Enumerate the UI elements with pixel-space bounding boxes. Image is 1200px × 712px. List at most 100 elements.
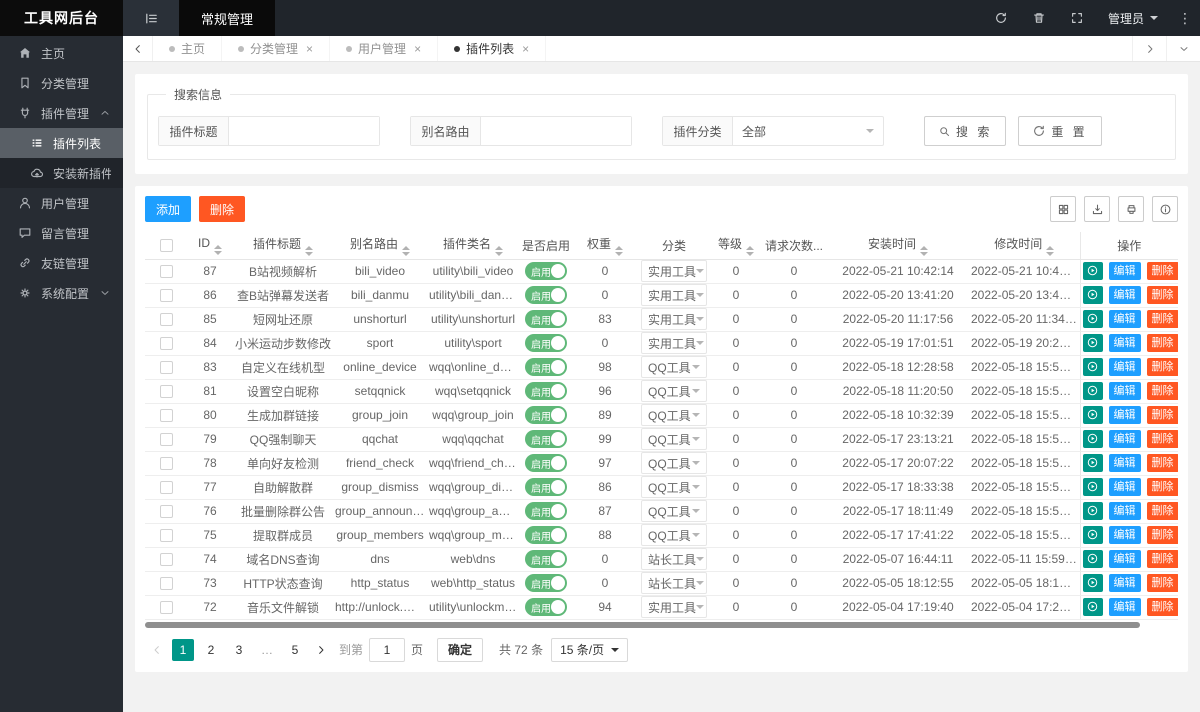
category-select[interactable]: 实用工具 (641, 332, 707, 354)
kebab-menu-icon[interactable]: ⋮ (1170, 0, 1200, 36)
goto-page-input[interactable] (369, 637, 406, 662)
row-checkbox[interactable] (159, 289, 173, 303)
row-checkbox[interactable] (159, 265, 173, 279)
tabs-scroll-left[interactable] (123, 36, 153, 61)
edit-button[interactable]: 编辑 (1108, 525, 1141, 544)
print-icon[interactable] (1118, 196, 1144, 222)
category-select[interactable]: QQ工具 (641, 380, 707, 402)
plugin-title-input[interactable] (229, 117, 379, 145)
enabled-toggle[interactable]: 启用 (525, 334, 567, 352)
delete-row-button[interactable]: 删除 (1146, 477, 1178, 496)
sidebar-item-留言管理[interactable]: 留言管理 (0, 218, 123, 248)
run-button[interactable] (1082, 549, 1103, 568)
enabled-toggle[interactable]: 启用 (525, 382, 567, 400)
delete-row-button[interactable]: 删除 (1146, 597, 1178, 616)
delete-row-button[interactable]: 删除 (1146, 525, 1178, 544)
select-all-checkbox[interactable] (159, 239, 173, 253)
sidebar-item-插件管理[interactable]: 插件管理 (0, 98, 123, 128)
search-button[interactable]: 搜 索 (924, 116, 1007, 146)
enabled-toggle[interactable]: 启用 (525, 526, 567, 544)
page-prev-icon[interactable] (145, 644, 169, 656)
enabled-toggle[interactable]: 启用 (525, 502, 567, 520)
delete-row-button[interactable]: 删除 (1146, 573, 1178, 592)
enabled-toggle[interactable]: 启用 (525, 454, 567, 472)
tab-插件列表[interactable]: 插件列表 × (438, 36, 547, 61)
column-header-title[interactable]: 插件标题 (233, 232, 333, 260)
edit-button[interactable]: 编辑 (1108, 333, 1141, 352)
run-button[interactable] (1082, 309, 1103, 328)
topnav-item-general[interactable]: 常规管理 (179, 0, 276, 36)
run-button[interactable] (1082, 453, 1103, 472)
category-select[interactable]: 实用工具 (641, 596, 707, 618)
delete-row-button[interactable]: 删除 (1146, 309, 1178, 328)
run-button[interactable] (1082, 285, 1103, 304)
row-checkbox[interactable] (159, 505, 173, 519)
info-icon[interactable] (1152, 196, 1178, 222)
edit-button[interactable]: 编辑 (1108, 453, 1141, 472)
horizontal-scrollbar[interactable] (145, 621, 1140, 628)
page-next-icon[interactable] (309, 644, 333, 656)
page-button-2[interactable]: 2 (200, 639, 222, 661)
refresh-icon[interactable] (982, 0, 1020, 36)
edit-button[interactable]: 编辑 (1108, 429, 1141, 448)
sort-icon[interactable] (305, 245, 313, 256)
tab-分类管理[interactable]: 分类管理 × (222, 36, 331, 61)
delete-button[interactable]: 删除 (199, 196, 246, 222)
column-header-id[interactable]: ID (187, 232, 233, 260)
page-button-5[interactable]: 5 (284, 639, 306, 661)
edit-button[interactable]: 编辑 (1108, 597, 1141, 616)
row-checkbox[interactable] (159, 409, 173, 423)
column-header-route[interactable]: 别名路由 (333, 232, 427, 260)
row-checkbox[interactable] (159, 553, 173, 567)
edit-button[interactable]: 编辑 (1108, 261, 1141, 280)
run-button[interactable] (1082, 477, 1103, 496)
sidebar-item-主页[interactable]: 主页 (0, 38, 123, 68)
enabled-toggle[interactable]: 启用 (525, 262, 567, 280)
menu-fold-icon[interactable] (123, 0, 179, 36)
tab-用户管理[interactable]: 用户管理 × (330, 36, 439, 61)
tabs-menu-icon[interactable] (1166, 36, 1200, 61)
edit-button[interactable]: 编辑 (1108, 285, 1141, 304)
edit-button[interactable]: 编辑 (1108, 477, 1141, 496)
enabled-toggle[interactable]: 启用 (525, 574, 567, 592)
run-button[interactable] (1082, 357, 1103, 376)
run-button[interactable] (1082, 429, 1103, 448)
row-checkbox[interactable] (159, 481, 173, 495)
sort-icon[interactable] (402, 245, 410, 256)
alias-route-input[interactable] (481, 117, 631, 145)
column-header-modify_time[interactable]: 修改时间 (969, 232, 1080, 260)
row-checkbox[interactable] (159, 337, 173, 351)
category-select[interactable]: QQ工具 (641, 428, 707, 450)
run-button[interactable] (1082, 525, 1103, 544)
run-button[interactable] (1082, 501, 1103, 520)
row-checkbox[interactable] (159, 313, 173, 327)
enabled-toggle[interactable]: 启用 (525, 310, 567, 328)
sort-icon[interactable] (746, 245, 754, 256)
sidebar-item-插件列表[interactable]: 插件列表 (0, 128, 123, 158)
row-checkbox[interactable] (159, 577, 173, 591)
edit-button[interactable]: 编辑 (1108, 309, 1141, 328)
trash-icon[interactable] (1020, 0, 1058, 36)
category-select[interactable]: QQ工具 (641, 500, 707, 522)
sidebar-item-友链管理[interactable]: 友链管理 (0, 248, 123, 278)
tabs-scroll-right[interactable] (1132, 36, 1166, 61)
edit-button[interactable]: 编辑 (1108, 501, 1141, 520)
edit-button[interactable]: 编辑 (1108, 549, 1141, 568)
enabled-toggle[interactable]: 启用 (525, 598, 567, 616)
sidebar-item-分类管理[interactable]: 分类管理 (0, 68, 123, 98)
admin-dropdown[interactable]: 管理员 (1096, 0, 1170, 36)
add-button[interactable]: 添加 (145, 196, 192, 222)
category-select[interactable]: QQ工具 (641, 452, 707, 474)
enabled-toggle[interactable]: 启用 (525, 406, 567, 424)
sidebar-item-安装新插件[interactable]: 安装新插件 (0, 158, 123, 188)
delete-row-button[interactable]: 删除 (1146, 453, 1178, 472)
category-select[interactable]: 实用工具 (641, 284, 707, 306)
delete-row-button[interactable]: 删除 (1146, 285, 1178, 304)
edit-button[interactable]: 编辑 (1108, 405, 1141, 424)
row-checkbox[interactable] (159, 601, 173, 615)
run-button[interactable] (1082, 381, 1103, 400)
tab-主页[interactable]: 主页 (153, 36, 223, 61)
enabled-toggle[interactable]: 启用 (525, 430, 567, 448)
run-button[interactable] (1082, 573, 1103, 592)
sidebar-item-系统配置[interactable]: 系统配置 (0, 278, 123, 308)
